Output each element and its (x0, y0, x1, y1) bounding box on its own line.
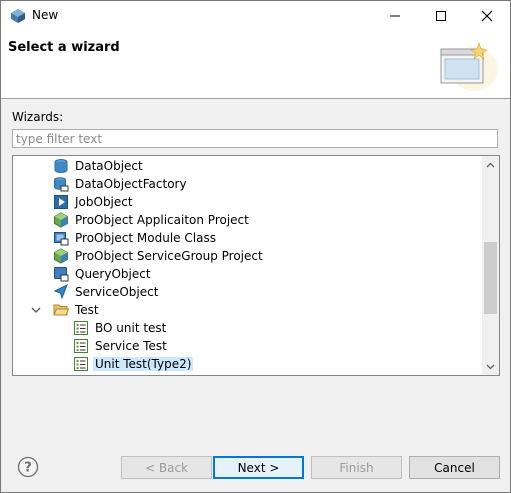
tree-item-proobject-module-class[interactable]: ProObject Module Class (53, 229, 218, 247)
tree-item-proobject-applicaiton-project[interactable]: ProObject Applicaiton Project (53, 211, 251, 229)
app-icon (11, 9, 25, 23)
job-object-icon (54, 195, 68, 209)
tree-item-label: Test (75, 303, 99, 317)
title-bar: New (1, 1, 510, 31)
maximize-icon (436, 11, 446, 21)
wizards-label: Wizards: (12, 110, 64, 124)
service-object-icon (53, 284, 68, 300)
wizard-banner: Select a wizard (1, 31, 510, 99)
minimize-button[interactable] (372, 1, 418, 31)
svg-text:?: ? (24, 461, 32, 476)
new-wizard-banner-icon (440, 42, 498, 91)
tree-item-dataobjectfactory[interactable]: DataObjectFactory (53, 175, 189, 193)
tree-item-label: ProObject Module Class (75, 231, 216, 245)
tree-item-serviceobject[interactable]: ServiceObject (53, 283, 160, 301)
tree-item-proobject-servicegroup-project[interactable]: ProObject ServiceGroup Project (53, 247, 265, 265)
data-object-factory-icon (54, 177, 69, 192)
finish-button[interactable]: Finish (311, 456, 402, 479)
chevron-up-icon (486, 162, 495, 167)
tree-item-dataobject[interactable]: DataObject (53, 157, 145, 175)
tree-item-label: Service Test (95, 339, 167, 353)
proobject-project-icon (54, 212, 68, 228)
scroll-down-button[interactable] (482, 358, 499, 375)
help-icon[interactable]: ? (17, 456, 39, 478)
tree-item-label: DataObjectFactory (75, 177, 187, 191)
data-object-icon (54, 159, 68, 173)
tree-item-label: QueryObject (75, 267, 151, 281)
tree-item-label: ServiceObject (75, 285, 159, 299)
test-list-icon (74, 357, 88, 371)
tree-item-test[interactable]: Test (31, 301, 101, 319)
module-class-icon (54, 232, 69, 246)
back-button[interactable]: < Back (121, 456, 212, 479)
minimize-icon (390, 15, 400, 17)
folder-open-icon (53, 304, 69, 316)
tree-item-jobobject[interactable]: JobObject (53, 193, 135, 211)
cancel-button[interactable]: Cancel (409, 456, 500, 479)
next-button[interactable]: Next > (213, 456, 304, 479)
chevron-down-icon[interactable] (31, 305, 41, 315)
proobject-project-icon (54, 248, 68, 264)
window-title: New (32, 8, 59, 22)
tree-item-label: BO unit test (95, 321, 167, 335)
filter-input[interactable] (12, 129, 498, 148)
test-list-icon (74, 321, 88, 335)
page-title: Select a wizard (8, 40, 120, 55)
tree-item-bo-unit-test[interactable]: BO unit test (73, 319, 168, 337)
scroll-up-button[interactable] (482, 156, 499, 173)
test-list-icon (74, 339, 88, 353)
tree-scrollbar[interactable] (482, 156, 499, 375)
close-button[interactable] (464, 1, 510, 31)
query-object-icon (54, 267, 69, 282)
close-icon (481, 10, 493, 22)
tree-item-label: ProObject ServiceGroup Project (75, 249, 263, 263)
tree-item-label: ProObject Applicaiton Project (75, 213, 249, 227)
chevron-down-icon (486, 364, 495, 369)
tree-item-unit-test-type2[interactable]: Unit Test(Type2) (73, 355, 194, 373)
tree-item-label: DataObject (75, 159, 143, 173)
scroll-thumb[interactable] (484, 242, 497, 314)
wizard-tree: DataObject DataObjectFactory JobObject P… (12, 155, 500, 376)
new-wizard-dialog: New Select a wizard Wizards: type filter… (0, 0, 511, 493)
tree-item-label: JobObject (75, 195, 133, 209)
tree-item-queryobject[interactable]: QueryObject (53, 265, 153, 283)
tree-item-label: Unit Test(Type2) (93, 357, 194, 371)
tree-item-service-test[interactable]: Service Test (73, 337, 169, 355)
maximize-button[interactable] (418, 1, 464, 31)
